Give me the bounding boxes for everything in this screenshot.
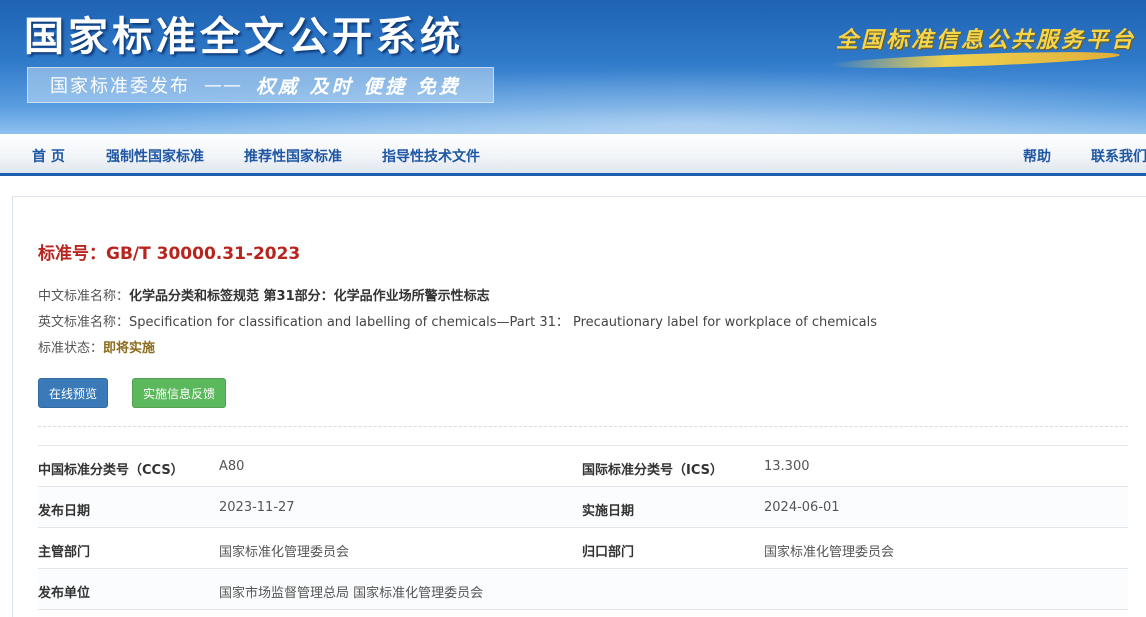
- row-label: 国际标准分类号（ICS）: [582, 463, 723, 478]
- row-value: 2023-11-27: [219, 500, 295, 515]
- row-value: 国家标准化管理委员会: [219, 545, 350, 560]
- nav-guidance-documents[interactable]: 指导性技术文件: [382, 146, 480, 166]
- nav-recommended-standards[interactable]: 推荐性国家标准: [244, 146, 342, 166]
- row-value: A80: [219, 459, 245, 474]
- main-nav: 首 页 强制性国家标准 推荐性国家标准 指导性技术文件 帮助 联系我们: [0, 134, 1146, 176]
- row-label: 发布单位: [38, 586, 91, 601]
- row-label: 主管部门: [38, 545, 91, 560]
- row-value: 国家市场监督管理总局 国家标准化管理委员会: [219, 586, 484, 601]
- en-name-label: 英文标准名称：: [38, 315, 130, 330]
- row-label: 发布日期: [38, 504, 91, 519]
- nav-help[interactable]: 帮助: [1023, 146, 1051, 166]
- divider: [38, 426, 1128, 427]
- site-title: 国家标准全文公开系统: [24, 14, 464, 60]
- row-label: 实施日期: [582, 504, 635, 519]
- cn-name-label: 中文标准名称：: [38, 289, 130, 304]
- site-banner: 国家标准全文公开系统 国家标准委发布 —— 权威 及时 便捷 免费 全国标准信息…: [0, 0, 1146, 134]
- standard-number: 标准号：GB/T 30000.31-2023: [38, 244, 301, 264]
- slogan-dash: ——: [204, 74, 242, 96]
- status-line: 标准状态：即将实施: [38, 337, 155, 356]
- row-value: 国家标准化管理委员会: [764, 545, 895, 560]
- details-table: 中国标准分类号（CCS） A80 国际标准分类号（ICS） 13.300 发布日…: [38, 445, 1128, 610]
- online-preview-button[interactable]: 在线预览: [38, 378, 108, 408]
- status-badge: 即将实施: [103, 341, 156, 356]
- slogan-tagline: 权威 及时 便捷 免费: [256, 75, 461, 98]
- cn-name-value: 化学品分类和标签规范 第31部分：化学品作业场所警示性标志: [129, 289, 490, 304]
- cn-name-line: 中文标准名称：化学品分类和标签规范 第31部分：化学品作业场所警示性标志: [38, 285, 490, 304]
- row-label: 归口部门: [582, 545, 635, 560]
- table-row: 发布单位 国家市场监督管理总局 国家标准化管理委员会: [38, 569, 1128, 610]
- row-value: 13.300: [764, 459, 810, 474]
- row-label: 中国标准分类号（CCS）: [38, 463, 184, 478]
- nav-contact[interactable]: 联系我们: [1091, 146, 1146, 166]
- slogan-publisher: 国家标准委发布: [50, 76, 190, 97]
- en-name-line: 英文标准名称：Specification for classification …: [38, 311, 877, 330]
- status-label: 标准状态：: [38, 341, 104, 356]
- nav-mandatory-standards[interactable]: 强制性国家标准: [106, 146, 204, 166]
- table-row: 主管部门 国家标准化管理委员会 归口部门 国家标准化管理委员会: [38, 528, 1128, 569]
- slogan-box: 国家标准委发布 —— 权威 及时 便捷 免费: [27, 67, 494, 103]
- table-row: 中国标准分类号（CCS） A80 国际标准分类号（ICS） 13.300: [38, 446, 1128, 487]
- table-row: 发布日期 2023-11-27 实施日期 2024-06-01: [38, 487, 1128, 528]
- row-value: 2024-06-01: [764, 500, 840, 515]
- platform-name: 全国标准信息公共服务平台: [836, 27, 1137, 53]
- standard-detail-panel: 标准号：GB/T 30000.31-2023 中文标准名称：化学品分类和标签规范…: [12, 196, 1146, 617]
- implementation-feedback-button[interactable]: 实施信息反馈: [132, 378, 226, 408]
- nav-home[interactable]: 首 页: [32, 146, 65, 166]
- en-name-value: Specification for classification and lab…: [129, 315, 878, 330]
